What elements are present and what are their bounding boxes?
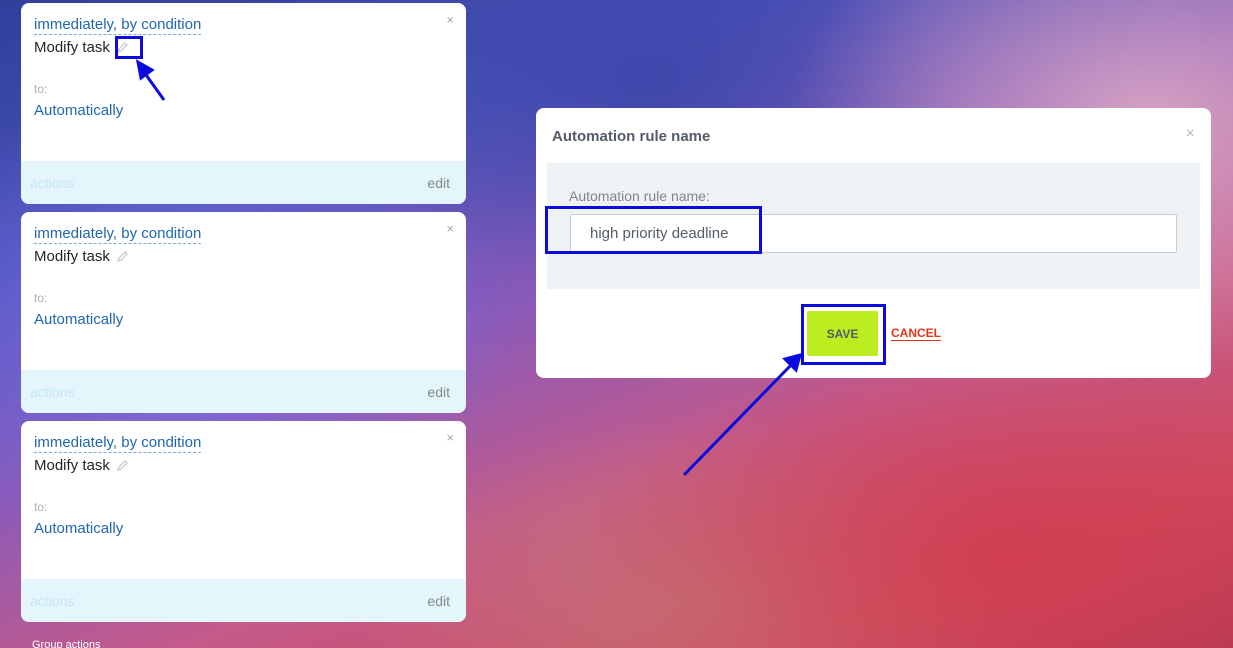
to-label: to:	[34, 500, 48, 514]
actions-label: actions	[30, 593, 75, 609]
close-icon[interactable]: ×	[446, 430, 454, 445]
save-button[interactable]: SAVE	[807, 311, 878, 356]
trigger-link[interactable]: immediately, by condition	[34, 15, 202, 35]
target-link[interactable]: Automatically	[34, 520, 123, 537]
card-footer: actions edit	[21, 161, 466, 204]
target-link[interactable]: Automatically	[34, 102, 123, 119]
close-icon[interactable]: ×	[446, 12, 454, 27]
card-footer: actions edit	[21, 370, 466, 413]
task-row: Modify task	[34, 248, 129, 265]
task-card: immediately, by condition × Modify task …	[21, 3, 466, 204]
pencil-icon[interactable]	[116, 459, 129, 472]
close-icon[interactable]: ×	[1186, 125, 1195, 143]
task-title: Modify task	[34, 39, 110, 56]
dialog-title: Automation rule name	[552, 128, 711, 145]
edit-link[interactable]: edit	[427, 593, 450, 609]
rule-name-input[interactable]	[570, 214, 1177, 253]
rule-name-dialog: Automation rule name × Automation rule n…	[536, 108, 1211, 378]
to-label: to:	[34, 82, 48, 96]
task-title: Modify task	[34, 457, 110, 474]
cancel-button[interactable]: CANCEL	[891, 326, 941, 341]
trigger-link[interactable]: immediately, by condition	[34, 433, 202, 453]
dialog-body: Automation rule name:	[547, 163, 1200, 289]
edit-link[interactable]: edit	[427, 175, 450, 191]
card-footer: actions edit	[21, 579, 466, 622]
edit-link[interactable]: edit	[427, 384, 450, 400]
trigger-link[interactable]: immediately, by condition	[34, 224, 202, 244]
to-label: to:	[34, 291, 48, 305]
close-icon[interactable]: ×	[446, 221, 454, 236]
group-actions-label[interactable]: Group actions	[32, 639, 100, 648]
task-row: Modify task	[34, 39, 129, 56]
target-link[interactable]: Automatically	[34, 311, 123, 328]
rule-name-label: Automation rule name:	[569, 188, 710, 204]
pencil-icon[interactable]	[116, 41, 129, 54]
actions-label: actions	[30, 384, 75, 400]
task-title: Modify task	[34, 248, 110, 265]
task-card: immediately, by condition × Modify task …	[21, 212, 466, 413]
task-row: Modify task	[34, 457, 129, 474]
actions-label: actions	[30, 175, 75, 191]
pencil-icon[interactable]	[116, 250, 129, 263]
task-card: immediately, by condition × Modify task …	[21, 421, 466, 622]
